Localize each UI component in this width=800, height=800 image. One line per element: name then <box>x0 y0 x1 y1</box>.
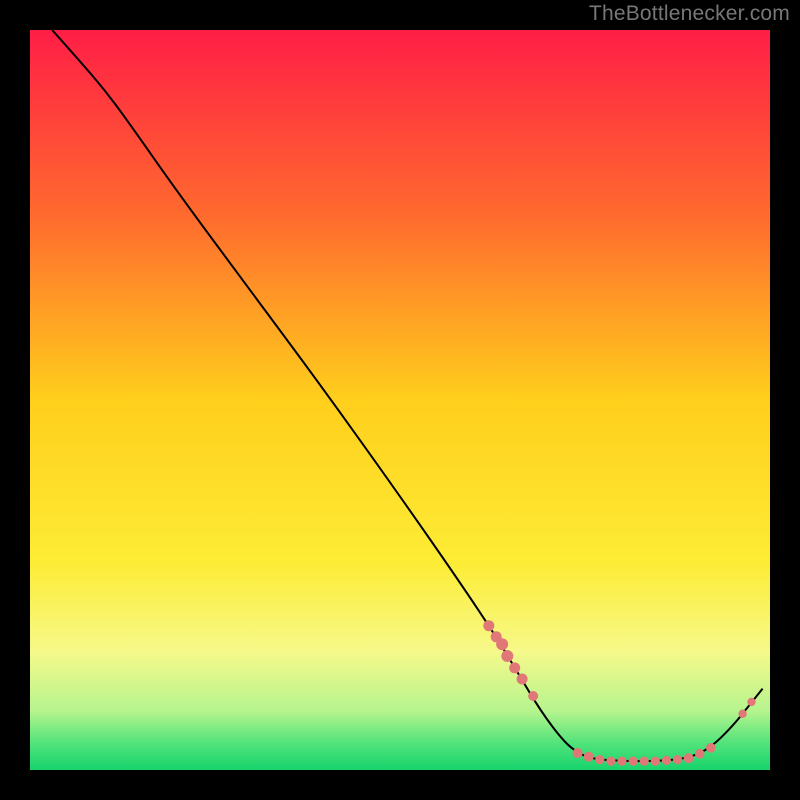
data-point <box>573 748 583 758</box>
watermark-text: TheBottlenecker.com <box>589 2 790 26</box>
data-point <box>706 743 716 753</box>
data-point <box>684 753 694 763</box>
data-point <box>738 710 746 718</box>
data-point <box>496 638 508 650</box>
data-point <box>483 620 494 631</box>
data-point <box>595 755 604 764</box>
data-point <box>651 757 660 766</box>
chart-stage: TheBottlenecker.com <box>0 0 800 800</box>
data-point <box>617 757 626 766</box>
data-point <box>640 757 649 766</box>
data-point <box>629 757 638 766</box>
data-point <box>501 650 513 662</box>
data-point <box>673 755 682 764</box>
data-point <box>695 749 705 759</box>
plot-area <box>30 30 770 770</box>
data-point <box>528 691 538 701</box>
data-point <box>747 698 755 706</box>
bottleneck-chart-svg <box>30 30 770 770</box>
data-point <box>606 757 615 766</box>
data-point <box>662 756 671 765</box>
data-point <box>509 662 520 673</box>
data-point <box>517 673 528 684</box>
data-point <box>584 752 594 762</box>
